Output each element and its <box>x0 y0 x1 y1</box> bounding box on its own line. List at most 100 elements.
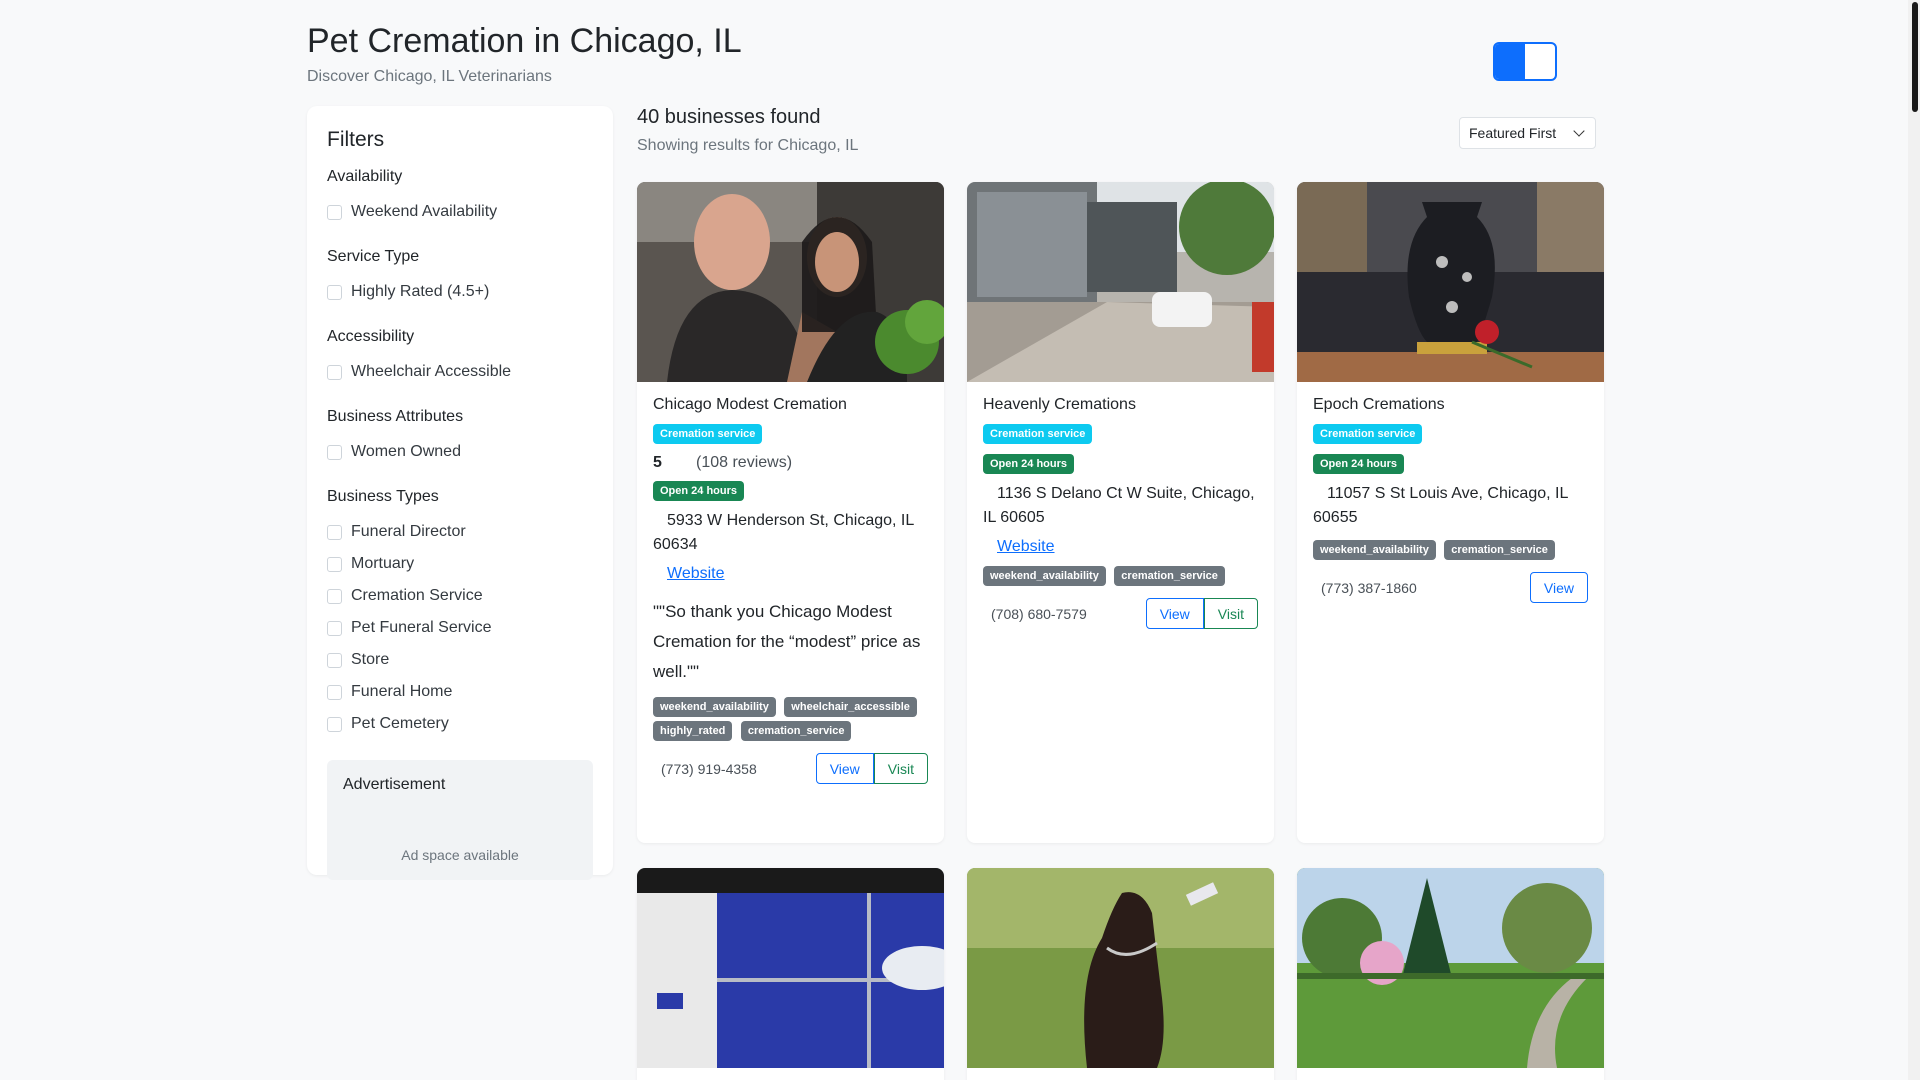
filter-group-business-types: Business Types Funeral Director Mortuary… <box>327 488 593 740</box>
website-link[interactable]: Website <box>997 538 1055 556</box>
filter-funeral-director[interactable]: Funeral Director <box>327 516 593 548</box>
view-button[interactable]: View <box>1529 572 1588 603</box>
filter-pet-funeral-service[interactable]: Pet Funeral Service <box>327 612 593 644</box>
advertisement-box: Advertisement Ad space available <box>327 760 593 880</box>
ad-text: Ad space available <box>401 847 519 863</box>
filter-wheelchair-accessible[interactable]: Wheelchair Accessible <box>327 356 593 388</box>
filter-group-title: Availability <box>327 168 403 185</box>
filter-option-label: Weekend Availability <box>351 203 498 220</box>
business-card <box>637 868 944 1080</box>
business-name[interactable]: Heavenly Cremations <box>983 396 1258 414</box>
scrollbar-thumb[interactable] <box>1912 2 1918 112</box>
business-name[interactable]: Chicago Modest Cremation <box>653 396 928 414</box>
business-address: 11057 S St Louis Ave, Chicago, IL 60655 <box>1313 482 1588 530</box>
filter-option-label: Pet Funeral Service <box>351 619 492 636</box>
business-photo[interactable] <box>637 182 944 382</box>
filter-option-label: Highly Rated (4.5+) <box>351 283 490 300</box>
checkbox[interactable] <box>327 524 342 540</box>
visit-button[interactable]: Visit <box>873 753 928 784</box>
filter-option-label: Women Owned <box>351 443 461 460</box>
business-address: 1136 S Delano Ct W Suite, Chicago, IL 60… <box>983 482 1258 530</box>
address-text: 5933 W Henderson St, Chicago, IL 60634 <box>653 512 914 553</box>
review-count: (108 reviews) <box>696 454 793 471</box>
page-scrollbar[interactable] <box>1908 0 1920 1080</box>
business-photo[interactable] <box>637 868 944 1068</box>
checkbox[interactable] <box>327 620 342 636</box>
business-card <box>1297 868 1604 1080</box>
visit-button[interactable]: Visit <box>1203 598 1258 629</box>
tag-badge: weekend_availability <box>983 566 1106 586</box>
business-card: Heavenly Cremations Cremation service Op… <box>967 182 1274 843</box>
results-location: Showing results for Chicago, IL <box>637 137 859 154</box>
checkbox[interactable] <box>327 652 342 668</box>
tag-badge: weekend_availability <box>1313 540 1436 560</box>
business-photo[interactable] <box>967 868 1274 1068</box>
tag-badge: cremation_service <box>1444 540 1555 560</box>
tag-list: weekend_availability cremation_service <box>983 566 1258 590</box>
business-photo[interactable] <box>1297 868 1604 1068</box>
filter-funeral-home[interactable]: Funeral Home <box>327 676 593 708</box>
filter-pet-cemetery[interactable]: Pet Cemetery <box>327 708 593 740</box>
filter-group-title: Business Types <box>327 488 439 505</box>
checkbox[interactable] <box>327 556 342 572</box>
filter-option-label: Wheelchair Accessible <box>351 363 512 380</box>
filter-highly-rated[interactable]: Highly Rated (4.5+) <box>327 276 593 308</box>
filter-option-label: Cremation Service <box>351 587 483 604</box>
filter-store[interactable]: Store <box>327 644 593 676</box>
tag-badge: highly_rated <box>653 721 733 741</box>
checkbox[interactable] <box>327 364 342 380</box>
business-name[interactable]: Epoch Cremations <box>1313 396 1588 414</box>
rating-row: 5 (108 reviews) <box>653 454 928 472</box>
card-footer: (773) 919-4358 View Visit <box>653 753 928 784</box>
page-title: Pet Cremation in Chicago, IL <box>307 22 742 60</box>
checkbox[interactable] <box>327 284 342 300</box>
filter-option-label: Mortuary <box>351 555 415 572</box>
phone-number: (773) 387-1860 <box>1321 579 1417 596</box>
hours-badge: Open 24 hours <box>983 454 1075 474</box>
rating-score: 5 <box>653 454 662 471</box>
business-photo[interactable] <box>967 182 1274 382</box>
filter-women-owned[interactable]: Women Owned <box>327 436 593 468</box>
filter-group-availability: Availability Weekend Availability <box>327 168 593 228</box>
category-badge: Cremation service <box>653 424 763 444</box>
business-card: Chicago Modest Cremation Cremation servi… <box>637 182 944 843</box>
phone-number: (773) 919-4358 <box>661 760 757 777</box>
filter-group-accessibility: Accessibility Wheelchair Accessible <box>327 328 593 388</box>
view-button[interactable]: View <box>1145 598 1204 629</box>
filters-heading: Filters <box>327 128 385 151</box>
tag-badge: weekend_availability <box>653 697 776 717</box>
tag-badge: wheelchair_accessible <box>784 697 917 717</box>
checkbox[interactable] <box>327 444 342 460</box>
tag-list: weekend_availability cremation_service <box>1313 540 1588 564</box>
business-address: 5933 W Henderson St, Chicago, IL 60634 <box>653 509 928 557</box>
hours-badge: Open 24 hours <box>653 481 745 501</box>
tag-list: weekend_availability wheelchair_accessib… <box>653 697 928 745</box>
sort-dropdown[interactable]: Featured First <box>1459 117 1596 149</box>
sort-selected-label: Featured First <box>1469 125 1557 141</box>
filter-group-title: Accessibility <box>327 328 415 345</box>
filter-mortuary[interactable]: Mortuary <box>327 548 593 580</box>
chevron-down-icon <box>1573 125 1585 137</box>
checkbox[interactable] <box>327 716 342 732</box>
results-count: 40 businesses found <box>637 106 821 128</box>
business-photo[interactable] <box>1297 182 1604 382</box>
theme-toggle[interactable] <box>1493 42 1557 81</box>
action-buttons: View Visit <box>1145 598 1258 629</box>
checkbox[interactable] <box>327 684 342 700</box>
website-link[interactable]: Website <box>667 565 725 583</box>
filter-option-label: Store <box>351 651 390 668</box>
filter-weekend-availability[interactable]: Weekend Availability <box>327 196 593 228</box>
phone-number: (708) 680-7579 <box>991 605 1087 622</box>
action-buttons: View Visit <box>815 753 928 784</box>
toggle-fill <box>1495 44 1525 79</box>
filter-group-service-type: Service Type Highly Rated (4.5+) <box>327 248 593 308</box>
checkbox[interactable] <box>327 204 342 220</box>
card-footer: (773) 387-1860 View <box>1313 572 1588 603</box>
ad-title: Advertisement <box>343 776 446 793</box>
tag-badge: cremation_service <box>740 721 852 741</box>
filter-cremation-service[interactable]: Cremation Service <box>327 580 593 612</box>
filter-group-title: Business Attributes <box>327 408 464 425</box>
checkbox[interactable] <box>327 588 342 604</box>
hours-badge: Open 24 hours <box>1313 454 1405 474</box>
view-button[interactable]: View <box>815 753 874 784</box>
